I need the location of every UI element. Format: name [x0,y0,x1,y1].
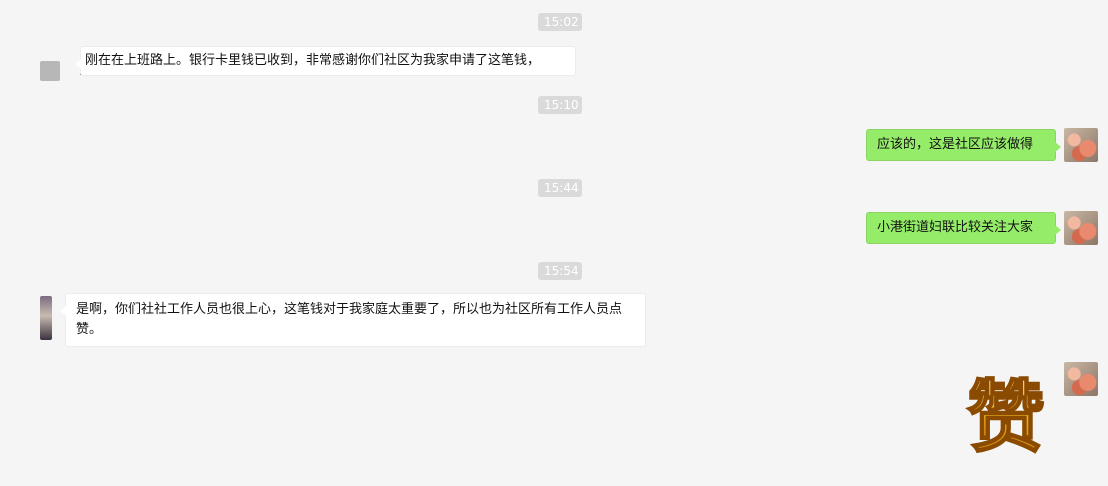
user-avatar[interactable] [1064,128,1098,162]
timestamp: 15:54 [538,262,582,280]
zan-sticker-text: 赞 [967,373,1045,462]
message-bubble-incoming[interactable]: 刚在在上班路上。银行卡里钱已收到，非常感谢你们社区为我家申请了这笔钱， [75,46,576,76]
zan-sticker[interactable]: 赞 [958,366,1054,462]
contact-avatar[interactable] [40,296,52,340]
message-bubble-outgoing[interactable]: 应该的，这是社区应该做得 [866,129,1061,161]
user-avatar[interactable] [1064,362,1098,396]
message-text: 是啊，你们社社工作人员也很上心，这笔钱对于我家庭太重要了，所以也为社区所有工作人… [76,302,623,337]
contact-avatar[interactable] [40,61,60,81]
message-text: 小港街道妇联比较关注大家 [877,220,1034,235]
message-bubble-outgoing[interactable]: 小港街道妇联比较关注大家 [866,212,1061,244]
message-text: 应该的，这是社区应该做得 [877,137,1034,152]
message-bubble-incoming[interactable]: 是啊，你们社社工作人员也很上心，这笔钱对于我家庭太重要了，所以也为社区所有工作人… [60,293,646,347]
message-text: 刚在在上班路上。银行卡里钱已收到，非常感谢你们社区为我家申请了这笔钱， [85,53,541,68]
timestamp: 15:10 [538,96,582,114]
chat-window: 15:02 15:10 15:44 15:54 刚在在上班路上。银行卡里钱已收到… [0,0,1108,486]
timestamp: 15:02 [538,13,582,31]
timestamp: 15:44 [538,179,582,197]
user-avatar[interactable] [1064,211,1098,245]
